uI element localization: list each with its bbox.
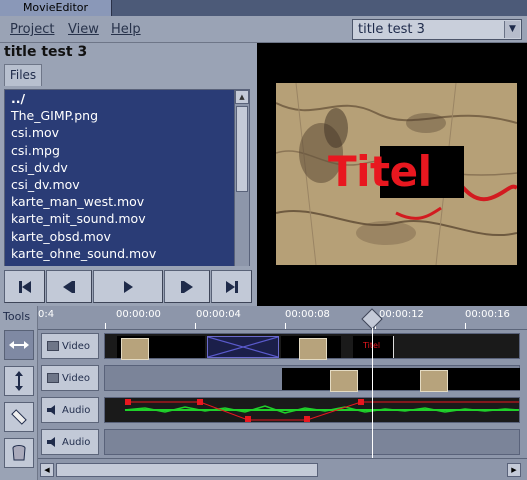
file-list-item[interactable]: karte_obsd.mov (5, 228, 249, 245)
file-list-item[interactable]: csi_dv.mov (5, 176, 249, 193)
speaker-icon (47, 437, 55, 447)
scroll-right-icon[interactable]: ▶ (507, 463, 521, 477)
move-tool-button[interactable] (4, 330, 34, 360)
chevron-down-icon[interactable]: ▼ (504, 21, 520, 38)
track-name: Audio (62, 404, 91, 416)
scroll-left-icon[interactable]: ◀ (40, 463, 54, 477)
clip-thumbnail (121, 338, 149, 360)
track-label-video-1[interactable]: Video (41, 333, 99, 359)
tools-label: Tools (3, 310, 31, 323)
playhead-line (372, 328, 373, 458)
project-select[interactable]: title test 3 ▼ (352, 19, 522, 40)
track-name: Video (62, 372, 91, 384)
file-list-item[interactable]: The_GIMP.png (5, 107, 249, 124)
video-preview[interactable]: Titel (276, 83, 517, 265)
razor-icon (11, 409, 27, 425)
ruler-label: 0:4 (38, 309, 55, 320)
file-list-item[interactable]: karte_man_west.mov (5, 193, 249, 210)
step-back-icon (63, 280, 75, 293)
clip-thumbnail (330, 370, 358, 392)
track-label-video-2[interactable]: Video (41, 365, 99, 391)
ruler-tick (195, 323, 196, 329)
menu-view[interactable]: View (68, 22, 99, 37)
track-name: Audio (62, 436, 91, 448)
track-label-audio-2[interactable]: Audio (41, 429, 99, 455)
tab-files[interactable]: Files (4, 64, 42, 86)
clip-edge (393, 336, 394, 358)
go-to-end-button[interactable] (211, 270, 252, 303)
timeline-ruler[interactable]: 0:4 00:00:00 00:00:04 00:00:08 00:00:12 … (38, 306, 527, 330)
file-list-item[interactable]: csi.mov (5, 124, 249, 141)
scroll-up-icon[interactable]: ▲ (235, 90, 249, 104)
file-list-item[interactable]: ../ (5, 90, 249, 107)
play-button[interactable] (93, 270, 163, 303)
video-track-1-lane[interactable]: Titel (104, 333, 520, 360)
skip-start-icon (18, 280, 31, 293)
video-clip[interactable] (117, 336, 205, 360)
track-label-audio-1[interactable]: Audio (41, 397, 99, 423)
audio-track-2-lane[interactable] (104, 429, 520, 455)
title-clip[interactable]: Titel (353, 336, 393, 358)
ruler-tick (285, 323, 286, 329)
project-title: title test 3 (4, 44, 88, 60)
file-list-item[interactable]: karte_ohne_sound.mov (5, 245, 249, 262)
file-list-item[interactable]: csi_dv.dv (5, 159, 249, 176)
clip-thumbnail (299, 338, 327, 360)
film-icon (47, 373, 59, 383)
project-select-value: title test 3 (358, 22, 425, 37)
go-to-start-button[interactable] (4, 270, 45, 303)
scrollbar-thumb[interactable] (56, 463, 318, 477)
ruler-label: 00:00:00 (116, 309, 161, 320)
audio-track-1-lane[interactable] (104, 397, 520, 423)
file-list-item[interactable]: karte_mit_sound.mov (5, 210, 249, 227)
trash-icon (12, 445, 26, 461)
title-overlay-text: Titel (328, 147, 432, 196)
speaker-icon (47, 405, 55, 415)
clip-thumbnail (420, 370, 448, 392)
menu-help[interactable]: Help (111, 22, 141, 37)
delete-tool-button[interactable] (4, 438, 34, 468)
transport-controls (0, 266, 257, 306)
ruler-tick (465, 323, 466, 329)
skip-end-icon (225, 280, 238, 293)
timeline-scrollbar[interactable]: ◀ ▶ (38, 458, 527, 480)
ruler-label: 00:00:12 (379, 309, 424, 320)
step-forward-icon (181, 280, 193, 293)
file-list-item[interactable]: csi.mpg (5, 142, 249, 159)
audio-waveform (124, 399, 520, 422)
ruler-label: 00:00:08 (285, 309, 330, 320)
video-clip[interactable] (282, 368, 520, 392)
ruler-tick (105, 323, 106, 329)
video-track-2-lane[interactable] (104, 365, 520, 392)
vertical-arrows-icon (15, 371, 23, 391)
window-title: MovieEditor (0, 0, 112, 16)
step-forward-button[interactable] (164, 270, 210, 303)
ruler-label: 00:00:16 (465, 309, 510, 320)
menu-project[interactable]: Project (10, 22, 54, 37)
scrollbar-thumb[interactable] (236, 106, 248, 192)
timeline: Tools 0:4 00:00:00 00:00:04 00:00:08 00:… (0, 306, 527, 480)
step-back-button[interactable] (46, 270, 92, 303)
play-icon (124, 280, 133, 293)
preview-panel: Titel (257, 43, 527, 305)
horizontal-arrows-icon (9, 341, 29, 349)
selected-video-clip[interactable] (207, 336, 279, 358)
vertical-move-tool-button[interactable] (4, 366, 34, 396)
playhead-handle-icon[interactable] (361, 308, 383, 330)
tools-panel: Tools (0, 306, 38, 480)
cut-tool-button[interactable] (4, 402, 34, 432)
empty-clip-cross-icon (207, 336, 279, 358)
film-icon (47, 341, 59, 351)
track-name: Video (62, 340, 91, 352)
video-clip[interactable] (281, 336, 341, 360)
window-titlebar: MovieEditor (0, 0, 527, 16)
ruler-label: 00:00:04 (196, 309, 241, 320)
